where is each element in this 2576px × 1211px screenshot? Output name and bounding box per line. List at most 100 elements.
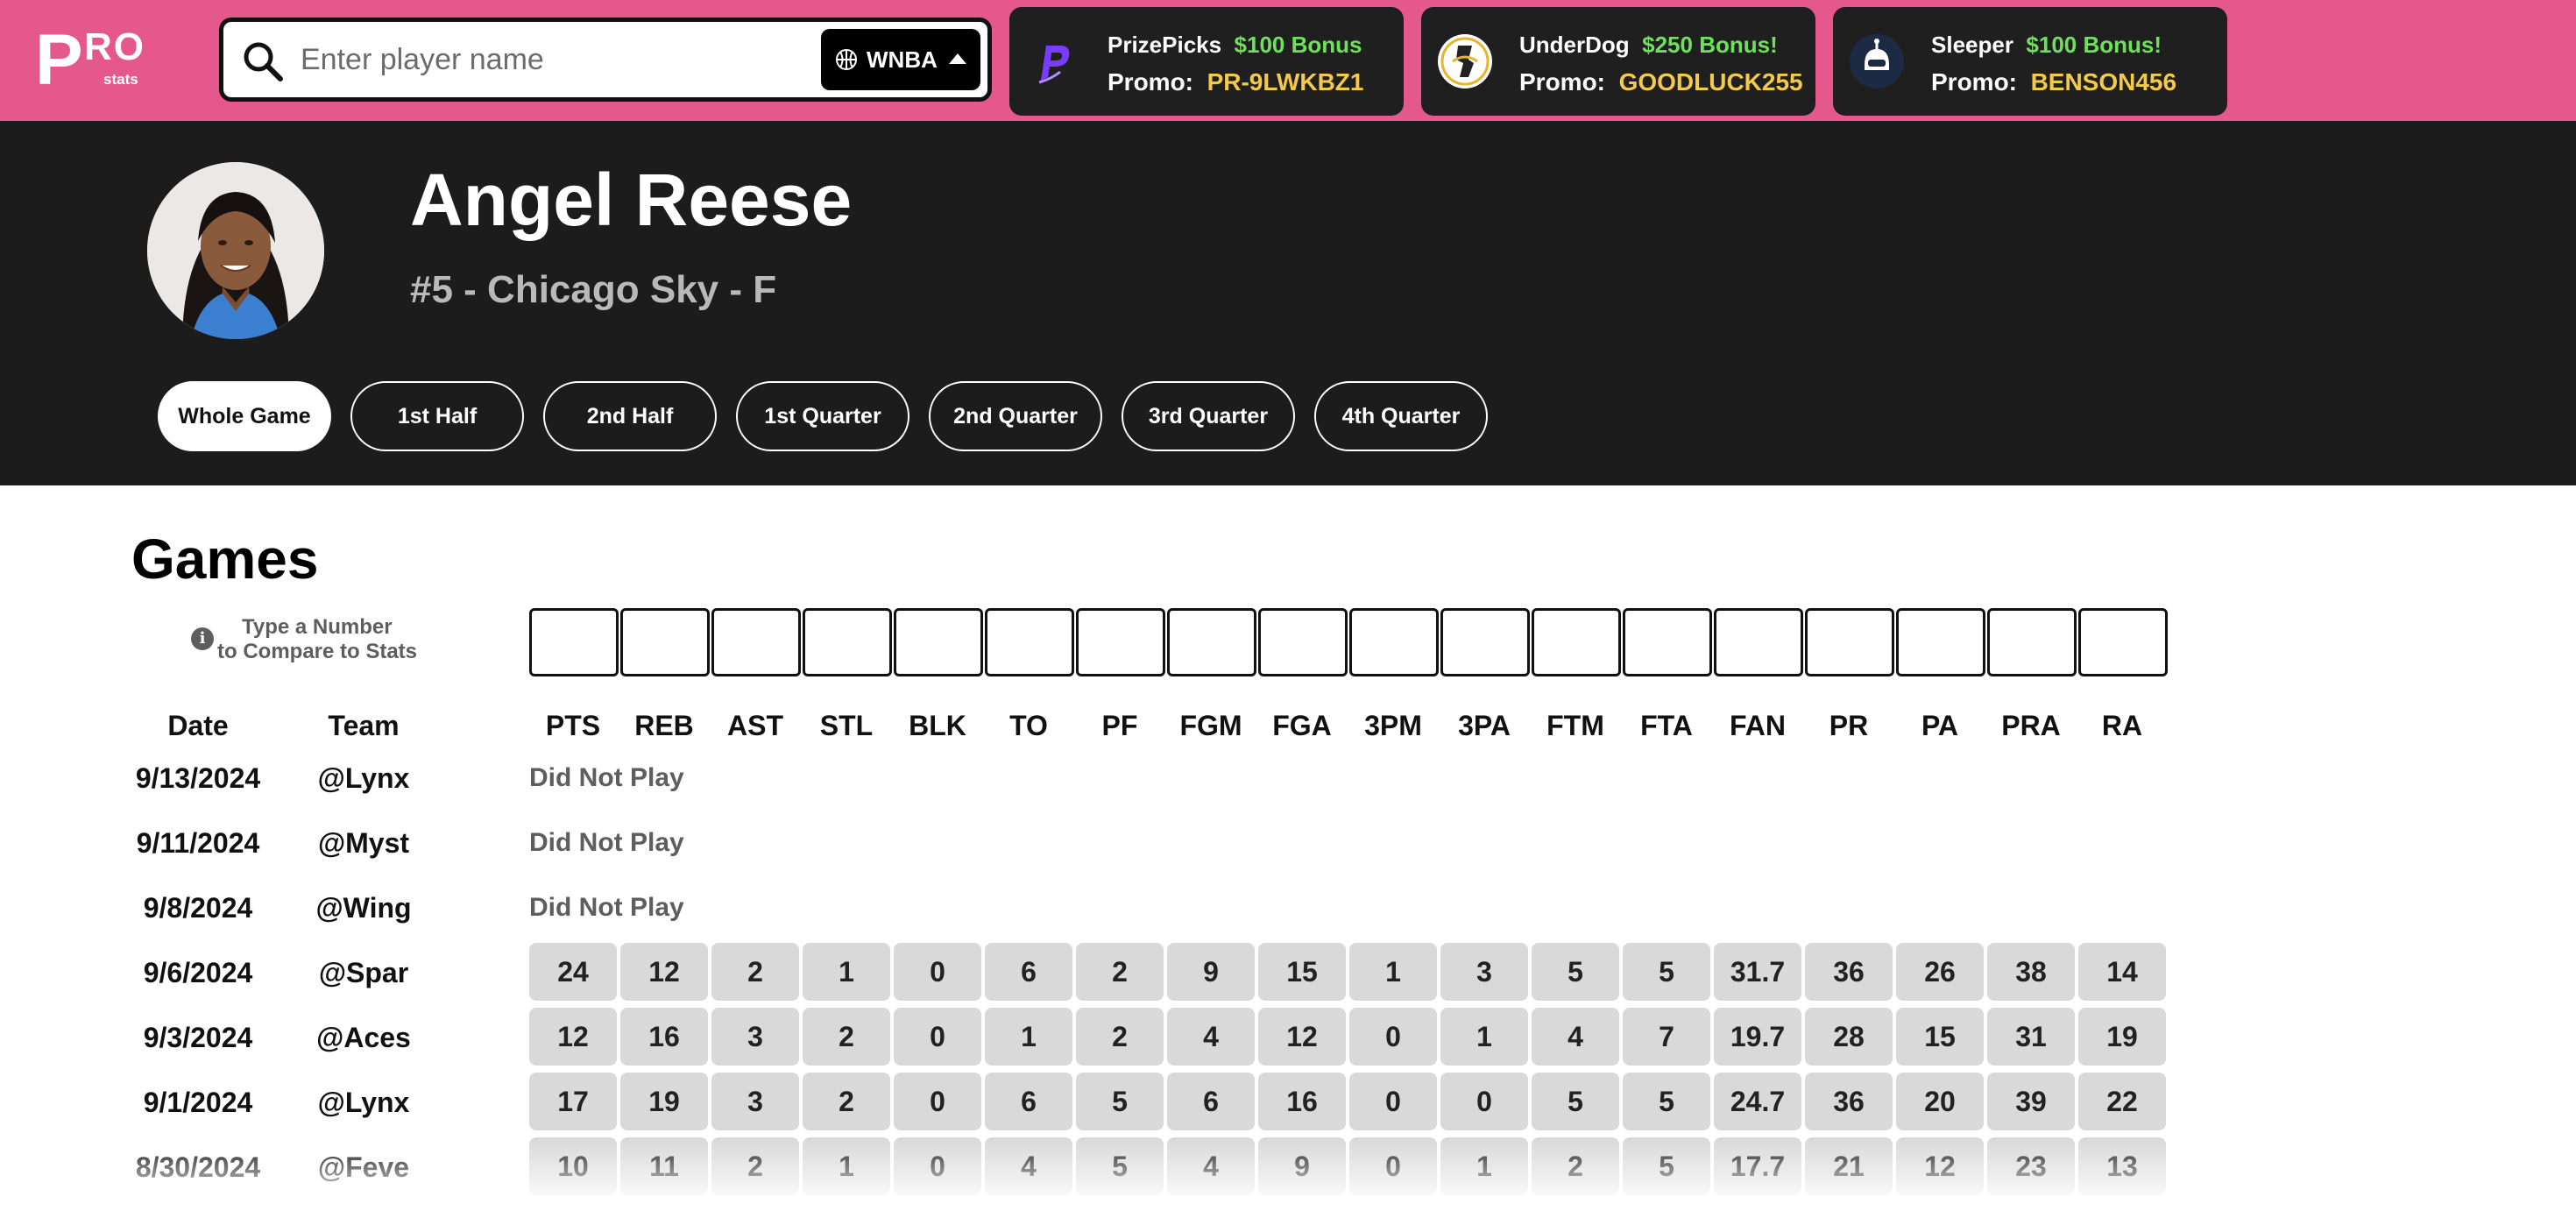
stat-cell: 19 [2078,1008,2166,1066]
game-date: 9/11/2024 [136,827,260,859]
stat-cell: 9 [1258,1137,1346,1195]
stat-cell: 5 [1623,1073,1710,1130]
compare-input-pf[interactable] [1076,608,1165,676]
column-header-stat: RA [2101,710,2143,741]
stat-cell: 28 [1805,1008,1893,1066]
promo-code: GOODLUCK255 [1618,68,1803,96]
game-opponent[interactable]: @Wing [302,890,425,925]
caret-up-icon [949,53,966,64]
stat-cell: 5 [1532,1073,1619,1130]
compare-input-fgm[interactable] [1167,608,1256,676]
stat-cell: 12 [1896,1137,1984,1195]
game-opponent[interactable]: @Lynx [302,761,425,796]
tab-1st-half[interactable]: 1st Half [350,381,524,451]
game-date: 9/3/2024 [143,1022,253,1053]
stat-cell: 1 [803,1137,890,1195]
compare-input-blk[interactable] [894,608,983,676]
compare-input-pts[interactable] [529,608,619,676]
stat-cell: 1 [985,1008,1072,1066]
promo-card-prizepicks[interactable]: PrizePicks $100 Bonus Promo: PR-9LWKBZ1 [1009,7,1404,116]
game-opponent[interactable]: @Feve [302,1150,425,1185]
compare-input-ast[interactable] [711,608,801,676]
stat-cell: 31 [1987,1008,2075,1066]
compare-input-stl[interactable] [803,608,892,676]
stat-cell: 2 [1076,1008,1164,1066]
column-header-stat: PF [1101,710,1138,741]
stat-cell: 6 [985,1073,1072,1130]
game-opponent[interactable]: @Myst [302,825,425,860]
stat-cell: 5 [1623,943,1710,1001]
promo-card-sleeper[interactable]: Sleeper $100 Bonus! Promo: BENSON456 [1833,7,2227,116]
compare-input-fta[interactable] [1623,608,1712,676]
column-header-stat: REB [634,710,694,741]
stat-cell: 0 [1349,1073,1437,1130]
promo-brand-line: Sleeper $100 Bonus! [1931,30,2162,60]
compare-input-3pm[interactable] [1349,608,1439,676]
stat-cell: 1 [1349,943,1437,1001]
compare-input-reb[interactable] [620,608,710,676]
stat-cell: 0 [894,1073,981,1130]
search-icon [244,42,283,81]
sleeper-logo-icon [1850,34,1904,89]
column-header-stat: FTA [1640,710,1693,741]
pro-stats-logo[interactable]: P RO stats [35,25,149,96]
compare-input-fga[interactable] [1258,608,1348,676]
tab-1st-quarter[interactable]: 1st Quarter [736,381,909,451]
promo-card-underdog[interactable]: UnderDog $250 Bonus! Promo: GOODLUCK255 [1421,7,1815,116]
compare-input-to[interactable] [985,608,1074,676]
tab-3rd-quarter[interactable]: 3rd Quarter [1122,381,1295,451]
compare-input-ra[interactable] [2078,608,2168,676]
stat-cell: 0 [1349,1008,1437,1066]
compare-input-3pa[interactable] [1440,608,1530,676]
tab-4th-quarter[interactable]: 4th Quarter [1314,381,1488,451]
column-header-stat: PA [1921,710,1959,741]
tab-2nd-quarter[interactable]: 2nd Quarter [929,381,1102,451]
stat-cell: 17 [529,1073,617,1130]
promo-code: PR-9LWKBZ1 [1207,68,1364,96]
game-opponent[interactable]: @Spar [302,955,425,990]
stat-cell: 2 [1076,943,1164,1001]
stat-cell: 15 [1896,1008,1984,1066]
compare-input-pr[interactable] [1805,608,1894,676]
column-header-team: Team [328,710,400,741]
tab-whole-game[interactable]: Whole Game [158,381,331,451]
stat-cell: 11 [620,1137,708,1195]
stat-cell: 3 [711,1073,799,1130]
did-not-play-label: Did Not Play [529,893,684,922]
column-header-stat: 3PA [1458,710,1511,741]
stat-cell: 2 [711,943,799,1001]
column-header-stat: PTS [545,710,601,741]
stat-cell: 12 [1258,1008,1346,1066]
promo-bonus: $100 Bonus [1234,32,1362,58]
stat-cell: 2 [711,1137,799,1195]
promo-bonus: $100 Bonus! [2026,32,2162,58]
compare-input-pa[interactable] [1896,608,1985,676]
compare-input-ftm[interactable] [1532,608,1621,676]
column-header-stat: FAN [1730,710,1786,741]
stat-cell: 12 [620,943,708,1001]
promo-brand-line: PrizePicks $100 Bonus [1108,30,1362,60]
game-opponent[interactable]: @Aces [302,1020,425,1055]
stat-cell: 16 [620,1008,708,1066]
column-header-stat: TO [1009,710,1048,741]
stat-cell: 12 [529,1008,617,1066]
player-avatar [147,162,324,339]
promo-code-line: Promo: PR-9LWKBZ1 [1108,67,1363,98]
stat-cell: 19.7 [1714,1008,1801,1066]
stat-cell: 22 [2078,1073,2166,1130]
tab-2nd-half[interactable]: 2nd Half [543,381,717,451]
column-header-date: Date [167,710,229,741]
compare-input-pra[interactable] [1987,608,2077,676]
promo-brand: PrizePicks [1108,32,1222,58]
promo-code-line: Promo: GOODLUCK255 [1519,67,1803,98]
column-header-stat: FTM [1546,710,1604,741]
player-name: Angel Reese [410,159,853,241]
stat-cell: 2 [1532,1137,1619,1195]
player-search-input[interactable] [301,34,756,85]
game-opponent[interactable]: @Lynx [302,1085,425,1120]
stat-cell: 3 [1440,943,1528,1001]
league-dropdown[interactable]: WNBA [821,29,980,90]
compare-input-fan[interactable] [1714,608,1803,676]
column-header-stat: FGA [1272,710,1332,741]
prizepicks-logo-icon [1025,33,1081,89]
